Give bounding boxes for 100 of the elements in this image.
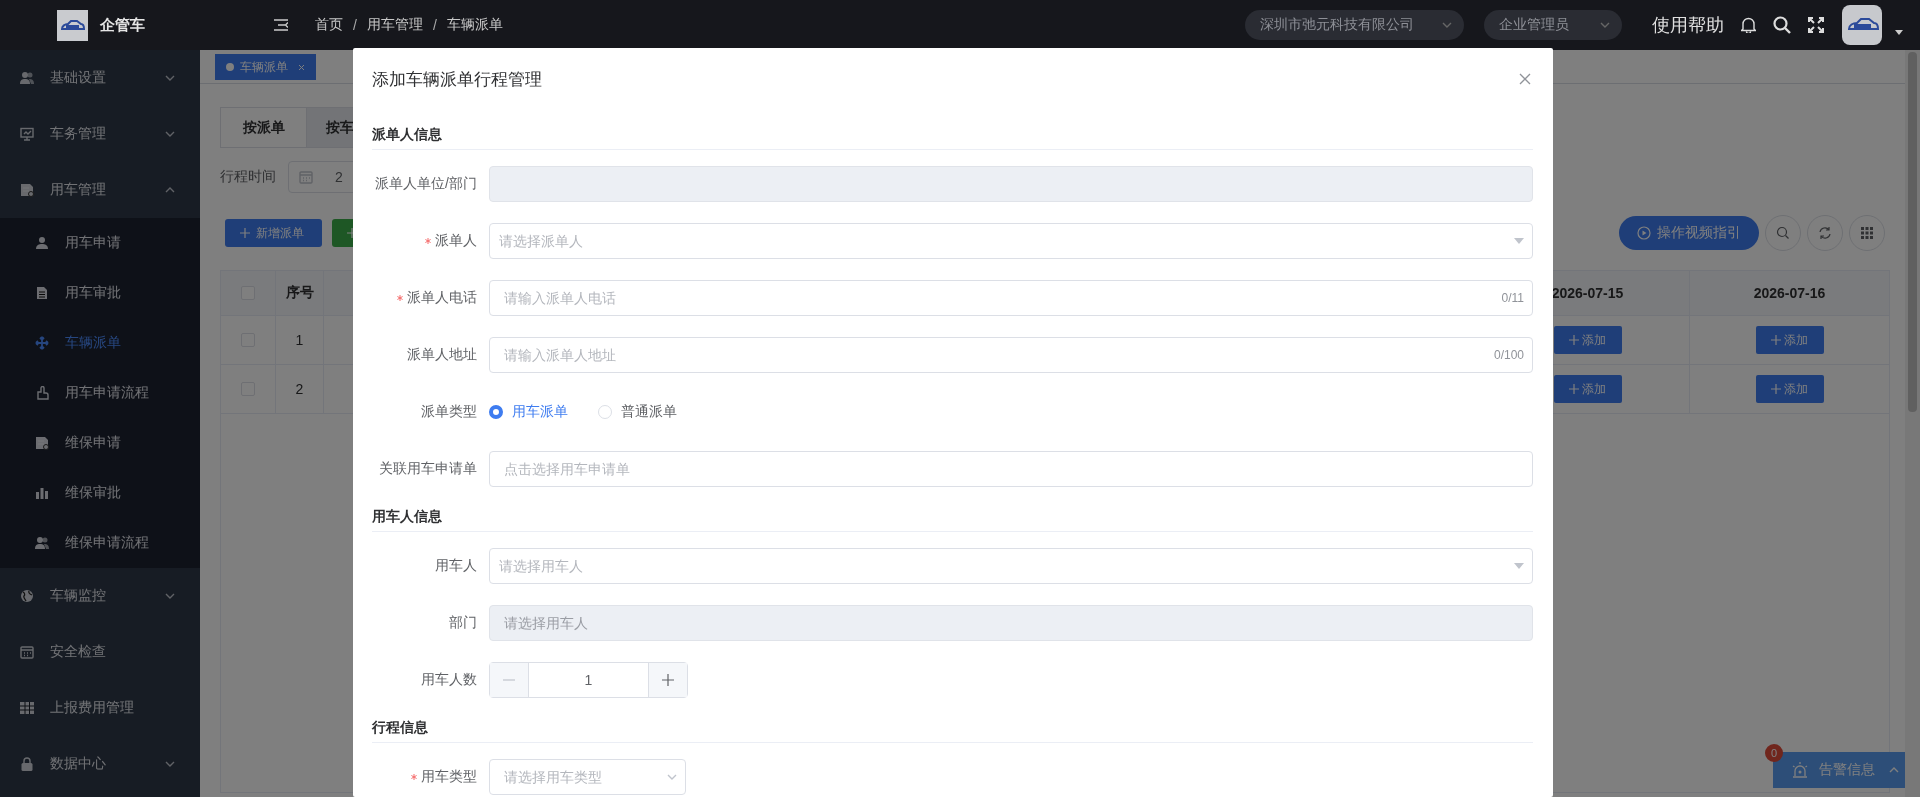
field-label: 用车人数 xyxy=(421,671,477,689)
nav-subitem[interactable]: 用车申请流程 xyxy=(0,368,200,418)
nav-subitem[interactable]: 用车申请 xyxy=(0,218,200,268)
refresh-button[interactable] xyxy=(1807,215,1843,251)
breadcrumb-item[interactable]: 用车管理 xyxy=(366,16,423,34)
play-icon xyxy=(1637,226,1651,240)
nav-item[interactable]: 数据中心 xyxy=(0,736,200,792)
nav-item[interactable]: 上报费用管理 xyxy=(0,680,200,736)
breadcrumb-item[interactable]: 首页 xyxy=(315,16,343,34)
breadcrumb-item[interactable]: 车辆派单 xyxy=(446,16,503,34)
breadcrumb-separator: / xyxy=(353,17,357,33)
document-icon xyxy=(35,436,49,450)
nav-item[interactable]: 安全检查 xyxy=(0,624,200,680)
radio-option[interactable]: 普通派单 xyxy=(598,403,677,421)
help-link[interactable]: 使用帮助 xyxy=(1652,13,1724,37)
table-cell: 1 xyxy=(276,316,324,365)
video-guide-button[interactable]: 操作视频指引 xyxy=(1619,216,1759,250)
plus-icon xyxy=(1569,335,1579,345)
nav-item[interactable]: 用车管理 xyxy=(0,162,200,218)
radio-option[interactable]: 用车派单 xyxy=(489,403,568,421)
page-tag[interactable]: 车辆派单 xyxy=(215,54,316,80)
select-field[interactable]: 请选择用车类型 xyxy=(489,759,686,795)
plus-icon xyxy=(1771,335,1781,345)
fullscreen-icon[interactable] xyxy=(1808,17,1824,33)
scrollbar-thumb[interactable] xyxy=(1908,52,1917,412)
section-title: 派单人信息 xyxy=(372,124,1533,150)
nav-item[interactable]: 车务管理 xyxy=(0,106,200,162)
dot-icon xyxy=(226,63,234,71)
breadcrumb-separator: / xyxy=(432,17,437,33)
nav-item[interactable]: 车辆监控 xyxy=(0,568,200,624)
avatar-icon[interactable] xyxy=(1842,5,1882,45)
field-label: 派单人 xyxy=(435,232,477,250)
bell-icon[interactable] xyxy=(1741,17,1756,33)
grid-icon xyxy=(20,701,34,715)
nav-item[interactable]: 基础设置 xyxy=(0,50,200,106)
field-label: 派单类型 xyxy=(421,403,477,421)
hand-icon xyxy=(35,386,49,400)
search-button[interactable] xyxy=(1765,215,1801,251)
role-select[interactable]: 企业管理员 xyxy=(1484,10,1622,40)
alert-label: 告警信息 xyxy=(1819,761,1876,779)
alarm-icon xyxy=(1791,761,1809,779)
nav-subitem[interactable]: 维保审批 xyxy=(0,468,200,518)
refresh-icon xyxy=(1818,226,1832,240)
lock-icon xyxy=(20,757,34,771)
chevron-icon xyxy=(1442,22,1452,28)
logo-icon xyxy=(57,9,88,41)
document-icon xyxy=(20,183,34,197)
add-button[interactable]: 新增派单 xyxy=(225,219,322,247)
column-header: 2026-07-16 xyxy=(1690,271,1890,316)
increase-button[interactable] xyxy=(648,663,687,697)
char-counter: 0/100 xyxy=(1493,348,1524,362)
plus-icon xyxy=(1771,384,1781,394)
chevron-icon xyxy=(1889,767,1899,773)
company-select[interactable]: 深圳市弛元科技有限公司 xyxy=(1245,10,1464,40)
field-label: 用车人 xyxy=(435,557,477,575)
nav-subitem[interactable]: 用车审批 xyxy=(0,268,200,318)
add-button[interactable]: 添加 xyxy=(1553,375,1622,403)
caret-icon xyxy=(1514,563,1524,569)
search-icon[interactable] xyxy=(1773,16,1791,34)
monitor-icon xyxy=(20,127,34,141)
dialog-title: 添加车辆派单行程管理 xyxy=(372,68,542,91)
caret-icon[interactable] xyxy=(1895,29,1903,35)
caret-icon xyxy=(1514,238,1524,244)
nav-subitem[interactable]: 维保申请流程 xyxy=(0,518,200,568)
add-button[interactable]: 添加 xyxy=(1755,326,1824,354)
grid-button[interactable] xyxy=(1849,215,1885,251)
minus-icon xyxy=(503,679,515,681)
plus-icon xyxy=(662,674,674,686)
globe-icon xyxy=(20,589,34,603)
field-label: 关联用车申请单 xyxy=(379,460,477,478)
select-field[interactable]: 请选择用车人 xyxy=(489,548,1533,584)
column-header: 序号 xyxy=(276,271,324,316)
users-icon xyxy=(35,536,49,550)
users-icon xyxy=(20,71,34,85)
add-button[interactable]: 添加 xyxy=(1755,375,1824,403)
add-button[interactable]: 添加 xyxy=(1553,326,1622,354)
select-field[interactable]: 请选择派单人 xyxy=(489,223,1533,259)
close-icon[interactable] xyxy=(1519,73,1531,85)
field-label: 派单人单位/部门 xyxy=(375,175,477,193)
menu-icon[interactable] xyxy=(274,19,288,31)
field-label: 部门 xyxy=(449,614,477,632)
number-stepper[interactable]: 1 xyxy=(489,662,688,698)
file-icon xyxy=(35,286,49,300)
move-icon xyxy=(35,336,49,350)
chevron-icon xyxy=(1600,22,1610,28)
input-field[interactable]: 点击选择用车申请单 xyxy=(489,451,1533,487)
field-label: 派单人地址 xyxy=(407,346,477,364)
app-name: 企管车 xyxy=(100,15,145,35)
grid-icon xyxy=(1860,226,1874,240)
plus-icon xyxy=(240,228,250,238)
table-cell: 2 xyxy=(276,365,324,414)
scrollbar[interactable] xyxy=(1905,50,1920,797)
char-counter: 0/11 xyxy=(1501,291,1524,305)
chevron-icon xyxy=(667,774,677,780)
nav-subitem[interactable]: 车辆派单 xyxy=(0,318,200,368)
section-title: 行程信息 xyxy=(372,717,1533,743)
view-tab[interactable]: 按派单 xyxy=(220,107,307,148)
nav-subitem[interactable]: 维保申请 xyxy=(0,418,200,468)
field-label: 派单人电话 xyxy=(407,289,477,307)
bar-chart-icon xyxy=(35,486,49,500)
